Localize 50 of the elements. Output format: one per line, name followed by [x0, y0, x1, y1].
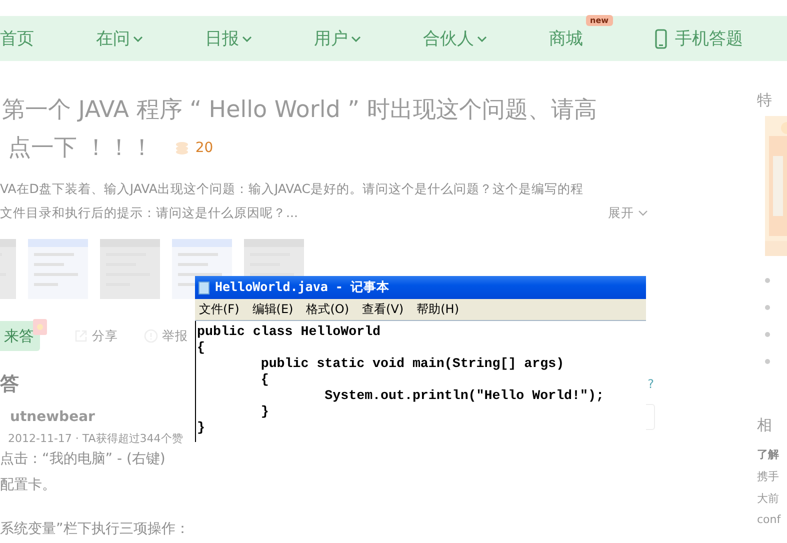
question-title: 第一个 JAVA 程序 “ Hello World ” 时出现这个问题、请高 — [1, 96, 598, 125]
share-link[interactable]: 分享 — [74, 328, 118, 344]
answer-button[interactable]: 来答 — [0, 321, 40, 351]
bounty-amount: 20 — [195, 140, 214, 156]
coins-icon — [175, 140, 190, 154]
nav-link[interactable]: 手机答题 — [675, 27, 743, 50]
answer-meta: 2012-11-17 · TA获得超过344个赞 — [8, 431, 183, 446]
notepad-icon — [198, 280, 210, 294]
text-area[interactable]: public class HelloWorld { public static void main(String[] args) { System.out.println("Hello World!"); } } — [195, 321, 646, 442]
bullet-icon — [765, 278, 770, 283]
window-title: HelloWorld.java - 记事本 — [215, 279, 390, 296]
related-link[interactable]: 了解 — [757, 447, 787, 462]
new-badge: new — [586, 15, 613, 26]
related-link[interactable]: conf — [757, 513, 787, 526]
chevron-icon — [477, 36, 487, 42]
question-title: 点一下 ！！！ — [8, 134, 154, 163]
answer-text: 配置卡。 — [0, 476, 57, 495]
related-link[interactable]: 大前 — [757, 491, 787, 506]
report-link[interactable]: 举报 — [144, 328, 188, 344]
nav-link[interactable]: 首页 — [0, 27, 34, 50]
phone-icon — [655, 28, 667, 48]
answer-text: 点击：“我的电脑” - (右键) — [0, 450, 166, 469]
chevron-icon — [133, 36, 143, 42]
nav-dropdown[interactable]: 日报 — [205, 27, 252, 50]
chevron-icon — [638, 210, 648, 216]
nav-dropdown[interactable]: 用户 — [314, 27, 361, 50]
related-heading: 相 — [757, 416, 773, 435]
envelope-icon — [32, 318, 48, 336]
author-name[interactable]: utnewbear — [10, 409, 95, 425]
bullet-icon — [765, 359, 770, 364]
menu-item[interactable]: 文件(F) — [199, 301, 240, 318]
help-mark[interactable]: ? — [648, 377, 654, 391]
chevron-icon — [242, 36, 252, 42]
question-description: VA在D盘下装着、输入JAVA出现这个问题：输入JAVAC是好的。请问这个是什么问题？这个是编写的程 — [0, 180, 584, 198]
expand-link[interactable]: 展开 — [608, 204, 648, 222]
nav-link[interactable]: 商城 — [549, 27, 583, 50]
nav-dropdown[interactable]: 合伙人 — [423, 27, 487, 50]
bullet-icon — [765, 305, 770, 310]
related-link[interactable]: 携手 — [757, 469, 787, 484]
question-description: 文件目录和执行后的提示：请问这是什么原因呢？... — [0, 204, 298, 222]
answers-heading: 答 — [0, 372, 19, 397]
chevron-icon — [351, 36, 361, 42]
menu-item[interactable]: 编辑(E) — [252, 301, 294, 318]
sidebar-heading: 特 — [757, 91, 773, 110]
bullet-icon — [765, 332, 770, 337]
menu-item[interactable]: 帮助(H) — [416, 301, 459, 318]
menu-item[interactable]: 格式(O) — [306, 301, 350, 318]
answer-text: 系统变量”栏下执行三项操作： — [0, 520, 190, 539]
menu-item[interactable]: 查看(V) — [362, 301, 404, 318]
nav-dropdown[interactable]: 在问 — [96, 27, 143, 50]
